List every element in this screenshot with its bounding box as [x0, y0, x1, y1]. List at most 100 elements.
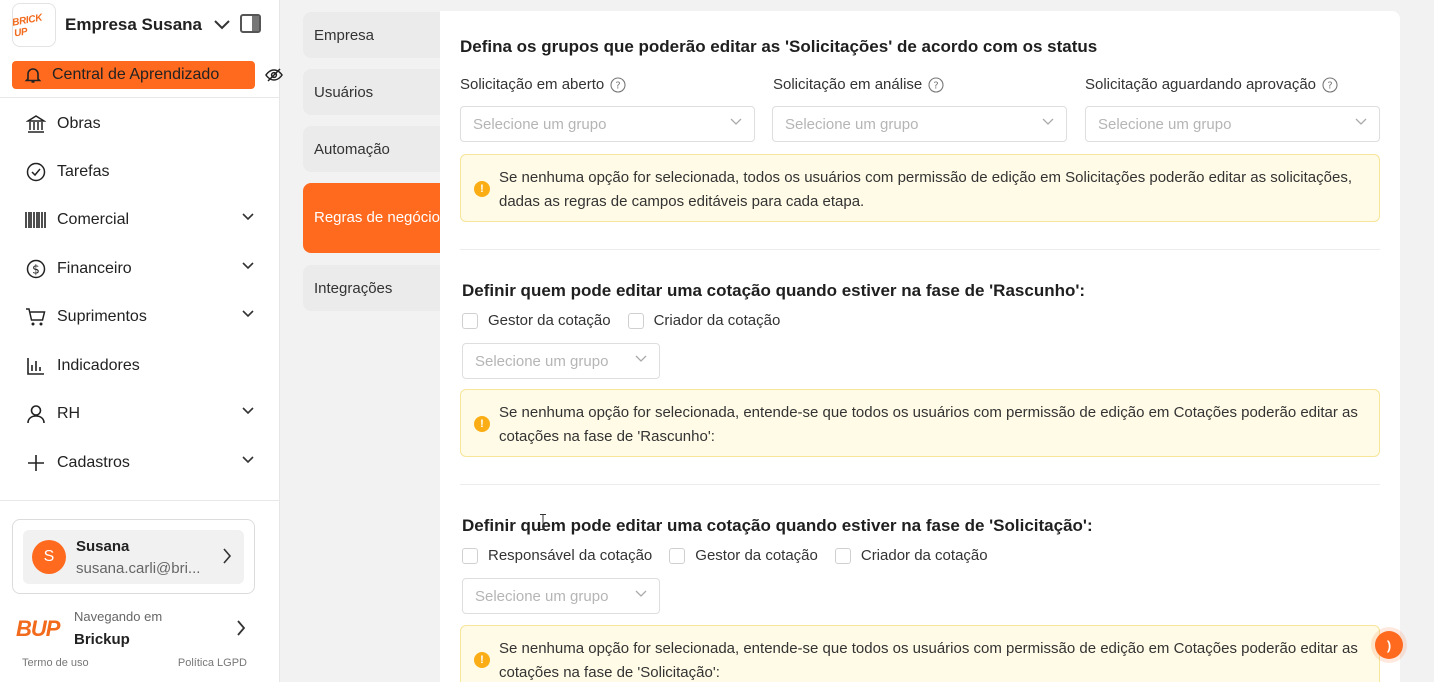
nav-label: Cadastros [57, 454, 130, 471]
brand-logo: BUP [16, 616, 60, 641]
bar-chart-icon [25, 355, 47, 377]
section-title: Definir quem pode editar uma cotação qua… [462, 281, 1086, 300]
warning-icon: ! [474, 416, 490, 432]
section-title: Defina os grupos que poderão editar as '… [460, 37, 1098, 56]
tab-empresa[interactable]: Empresa [303, 12, 440, 58]
svg-text:?: ? [616, 80, 621, 91]
help-icon[interactable]: ? [928, 76, 944, 93]
eye-off-icon[interactable] [265, 67, 283, 83]
nav-item-suprimentos[interactable]: Suprimentos [0, 295, 280, 339]
svg-text:?: ? [1327, 80, 1332, 91]
checkbox-gestor[interactable]: Gestor da cotação [669, 547, 818, 564]
info-alert: ! Se nenhuma opção for selecionada, ente… [460, 389, 1380, 457]
section-title: Definir quem pode editar uma cotação qua… [462, 516, 1093, 535]
tab-regras-de-negocio[interactable]: Regras de negócio [303, 183, 440, 253]
chevron-down-icon [730, 118, 742, 126]
learning-center-label: Central de Aprendizado [52, 66, 220, 83]
alert-text: Se nenhuma opção for selecionada, todos … [499, 169, 1352, 210]
checkbox-gestor[interactable]: Gestor da cotação [462, 312, 611, 329]
learning-center-button[interactable]: Central de Aprendizado [12, 61, 255, 89]
info-alert: ! Se nenhuma opção for selecionada, todo… [460, 154, 1380, 222]
checkbox-criador[interactable]: Criador da cotação [627, 312, 780, 329]
chevron-right-icon [222, 548, 232, 564]
company-switcher[interactable]: BRICK UP Empresa Susana [11, 3, 230, 47]
nav-item-rh[interactable]: RH [0, 392, 280, 436]
nav-item-obras[interactable]: Obras [0, 102, 280, 146]
checkbox[interactable] [462, 312, 478, 329]
chevron-down-icon [242, 310, 254, 318]
field-label-em-analise: Solicitação em análise ? [773, 76, 944, 93]
chevron-down-icon [214, 20, 230, 30]
nav-label: Indicadores [57, 357, 140, 374]
nav-label: Financeiro [57, 260, 132, 277]
checkbox[interactable] [462, 547, 478, 564]
warning-icon: ! [474, 181, 490, 197]
warning-icon: ! [474, 652, 490, 668]
plus-icon [25, 452, 47, 474]
bank-icon [25, 113, 47, 135]
nav-label: Comercial [57, 211, 130, 228]
checkbox[interactable] [627, 312, 644, 329]
chevron-down-icon [635, 355, 647, 363]
workspace-switcher[interactable]: BUP Navegando em Brickup [16, 606, 256, 650]
checkbox-group: Responsável da cotação Gestor da cotação… [462, 547, 1005, 564]
barcode-icon [25, 209, 47, 231]
group-select-aguardando-aprovacao[interactable]: Selecione um grupo [1085, 106, 1380, 142]
privacy-link[interactable]: Política LGPD [178, 657, 247, 669]
checkbox-criador[interactable]: Criador da cotação [834, 547, 988, 564]
text-cursor-icon [540, 514, 546, 530]
group-select-solicitacao[interactable]: Selecione um grupo [462, 578, 660, 614]
divider [460, 249, 1380, 250]
tab-automacao[interactable]: Automação [303, 126, 440, 172]
cart-icon [25, 306, 47, 328]
user-card: S Susana susana.carli@bri... [12, 519, 255, 594]
chevron-down-icon [1355, 118, 1367, 126]
checkbox[interactable] [834, 547, 851, 564]
checkbox-responsavel[interactable]: Responsável da cotação [462, 547, 652, 564]
terms-link[interactable]: Termo de uso [22, 657, 89, 669]
sidebar: BRICK UP Empresa Susana Central de Apren… [0, 0, 283, 682]
nav-label: RH [57, 405, 81, 422]
group-select-em-aberto[interactable]: Selecione um grupo [460, 106, 755, 142]
info-alert: ! Se nenhuma opção for selecionada, ente… [460, 625, 1380, 682]
navigating-label: Navegando em [74, 609, 163, 624]
avatar: S [32, 540, 66, 574]
user-profile-button[interactable]: S Susana susana.carli@bri... [23, 530, 244, 584]
divider [0, 97, 280, 98]
nav-item-comercial[interactable]: Comercial [0, 198, 280, 242]
chevron-down-icon [635, 590, 647, 598]
svg-text:$: $ [32, 263, 40, 277]
checkbox-group: Gestor da cotação Criador da cotação [462, 312, 797, 329]
sidebar-toggle-icon[interactable] [240, 14, 261, 33]
bell-icon [24, 66, 42, 84]
tab-integracoes[interactable]: Integrações [303, 265, 440, 311]
tab-usuarios[interactable]: Usuários [303, 69, 440, 115]
check-circle-icon [25, 161, 47, 183]
nav-label: Obras [57, 115, 101, 132]
svg-text:?: ? [934, 80, 939, 91]
help-icon[interactable]: ? [1322, 76, 1338, 93]
chevron-down-icon [242, 407, 254, 415]
company-logo: BRICK UP [11, 3, 56, 47]
user-name: Susana [76, 537, 130, 555]
user-email: susana.carli@bri... [76, 559, 201, 577]
nav-item-tarefas[interactable]: Tarefas [0, 150, 280, 194]
divider [0, 500, 280, 501]
group-select-em-analise[interactable]: Selecione um grupo [772, 106, 1067, 142]
nav-label: Suprimentos [57, 308, 147, 325]
chevron-down-icon [242, 456, 254, 464]
chevron-down-icon [1042, 118, 1054, 126]
nav-item-cadastros[interactable]: Cadastros [0, 441, 280, 485]
chevron-down-icon [242, 213, 254, 221]
checkbox[interactable] [669, 547, 686, 564]
help-icon[interactable]: ? [610, 76, 626, 93]
chevron-down-icon [242, 262, 254, 270]
divider [460, 484, 1380, 485]
dollar-circle-icon: $ [25, 258, 47, 280]
group-select-rascunho[interactable]: Selecione um grupo [462, 343, 660, 379]
chat-widget-button[interactable]: ) [1375, 631, 1403, 659]
chevron-right-icon [236, 620, 246, 636]
nav-item-indicadores[interactable]: Indicadores [0, 344, 280, 388]
nav-item-financeiro[interactable]: $ Financeiro [0, 247, 280, 291]
brand-name: Brickup [74, 631, 130, 648]
